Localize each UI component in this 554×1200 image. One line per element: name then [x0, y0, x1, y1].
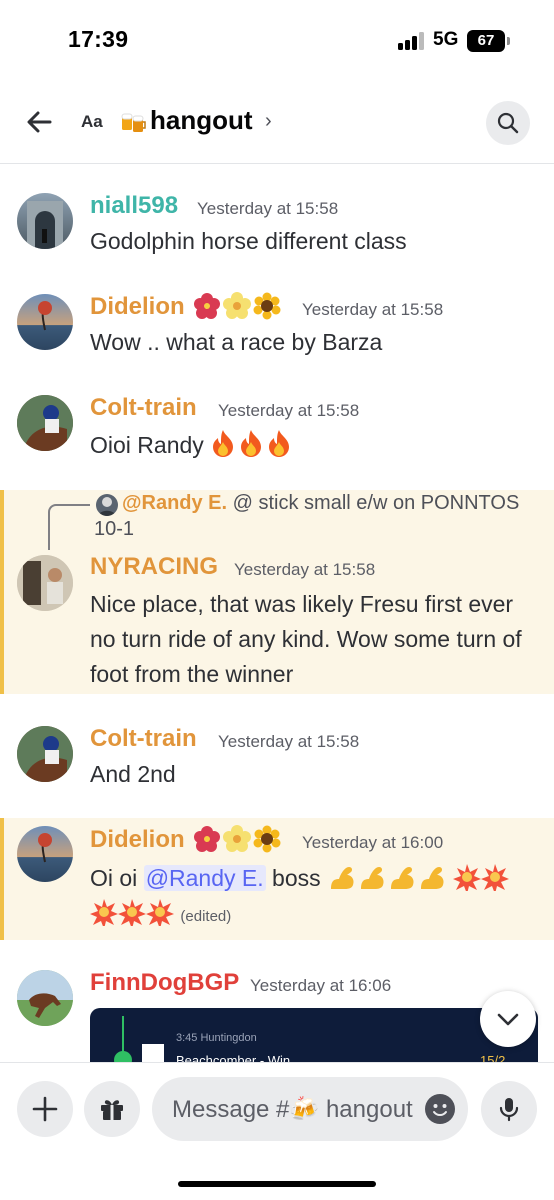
embed-race: 3:45 Huntingdon — [176, 1032, 257, 1044]
message[interactable]: niall598 Yesterday at 15:58 Godolphin ho… — [0, 180, 554, 280]
gift-button[interactable] — [84, 1081, 140, 1137]
author-name[interactable]: FinnDogBGP — [90, 969, 239, 997]
message-input[interactable]: Message #🍻 hangout — [152, 1077, 468, 1141]
timestamp: Yesterday at 15:58 — [302, 300, 444, 319]
search-button[interactable] — [486, 101, 530, 145]
author-name[interactable]: NYRACING — [90, 553, 218, 581]
author-name[interactable]: Colt-train — [90, 394, 197, 422]
chevron-right-icon[interactable]: › — [265, 110, 272, 133]
avatar[interactable] — [17, 826, 73, 882]
message[interactable]: Colt-train Yesterday at 15:58 Oioi Randy — [0, 382, 554, 482]
arrow-left-icon — [27, 111, 52, 133]
message-text: Godolphin horse different class — [90, 228, 407, 254]
gift-icon — [101, 1100, 123, 1120]
avatar[interactable] — [17, 726, 73, 782]
flexed-biceps-icon — [361, 867, 384, 889]
author-name[interactable]: Colt-train — [90, 725, 197, 753]
timestamp: Yesterday at 15:58 — [218, 401, 360, 420]
microphone-icon — [499, 1098, 519, 1122]
fire-icon — [213, 430, 234, 457]
message-highlighted[interactable]: @Randy E. @ stick small e/w on PONNTOS 1… — [0, 490, 554, 694]
status-bar: 17:39 5G 67 — [0, 0, 554, 80]
fire-icon — [241, 430, 262, 457]
text-size-button[interactable]: Aa — [81, 112, 103, 132]
user-mention[interactable]: @Randy E. — [143, 865, 266, 891]
flexed-biceps-icon — [391, 867, 414, 889]
sunflower-icon — [253, 825, 281, 853]
voice-message-button[interactable] — [481, 1081, 537, 1137]
avatar[interactable] — [17, 294, 73, 350]
jump-to-latest-button[interactable] — [480, 991, 536, 1047]
message-text-after: boss — [265, 865, 321, 891]
fire-emoji-group — [210, 430, 294, 458]
emoji-picker-button[interactable] — [425, 1094, 455, 1124]
author-name[interactable]: niall598 — [90, 192, 178, 220]
blossom-icon — [223, 825, 251, 852]
message[interactable]: Colt-train Yesterday at 15:58 And 2nd — [0, 714, 554, 814]
hibiscus-icon — [194, 826, 220, 852]
role-badges — [193, 292, 281, 320]
sunflower-icon — [253, 292, 281, 320]
reply-preview[interactable]: @Randy E. @ stick small e/w on PONNTOS 1… — [94, 490, 534, 542]
message-composer: Message #🍻 hangout — [0, 1062, 554, 1200]
edited-label: (edited) — [180, 908, 232, 925]
battery-icon: 67 — [467, 30, 505, 52]
avatar[interactable] — [17, 193, 73, 249]
channel-header: Aa hangout › — [0, 80, 554, 164]
message-text-content: Oioi Randy — [90, 432, 204, 458]
flexed-biceps-emoji-group — [327, 865, 453, 891]
home-indicator — [178, 1181, 376, 1187]
hibiscus-icon — [194, 293, 220, 319]
status-time: 17:39 — [68, 26, 129, 52]
collision-icon — [90, 899, 118, 926]
flexed-biceps-icon — [331, 867, 354, 889]
collision-icon — [453, 864, 482, 891]
smiley-icon — [433, 1104, 447, 1116]
timestamp: Yesterday at 15:58 — [234, 560, 376, 579]
avatar[interactable] — [17, 395, 73, 451]
chevron-down-icon — [497, 1013, 519, 1026]
collision-icon — [146, 899, 174, 926]
attach-button[interactable] — [17, 1081, 73, 1137]
timestamp: Yesterday at 16:06 — [250, 976, 392, 995]
author-name[interactable]: Didelion — [90, 826, 185, 854]
reply-connector — [48, 504, 90, 550]
role-badges — [193, 825, 281, 853]
timestamp: Yesterday at 15:58 — [218, 732, 360, 751]
beer-mugs-icon — [121, 113, 146, 132]
battery-tip — [507, 37, 510, 45]
message-text-before: Oi oi — [90, 865, 144, 891]
message-text: Oi oi @Randy E. boss (edited) — [90, 861, 540, 934]
message-text: Nice place, that was likely Fresu first … — [90, 591, 522, 687]
fire-icon — [269, 430, 290, 457]
collision-icon — [481, 864, 510, 891]
message-text: Oioi Randy — [90, 428, 530, 463]
search-icon — [497, 112, 519, 134]
message[interactable]: Didelion Yesterday at 15:58 Wow .. what … — [0, 282, 554, 382]
message-highlighted[interactable]: Didelion Yesterday at 16:00 Oi oi @Randy… — [0, 818, 554, 940]
timestamp: Yesterday at 16:00 — [302, 833, 444, 852]
flexed-biceps-icon — [421, 867, 444, 889]
network-type: 5G — [433, 29, 459, 50]
plus-icon — [32, 1096, 58, 1122]
reply-author[interactable]: @Randy E. — [94, 492, 227, 514]
message-text: And 2nd — [90, 761, 176, 787]
collision-icon — [118, 899, 146, 926]
avatar[interactable] — [17, 555, 73, 611]
cellular-signal-icon — [398, 32, 424, 50]
avatar[interactable] — [17, 970, 73, 1026]
back-button[interactable] — [22, 104, 58, 140]
message-text: Wow .. what a race by Barza — [90, 329, 383, 355]
timestamp: Yesterday at 15:58 — [197, 199, 339, 218]
blossom-icon — [223, 292, 251, 319]
message-input-placeholder: Message #🍻 hangout — [172, 1096, 413, 1123]
author-name[interactable]: Didelion — [90, 293, 185, 321]
channel-name[interactable]: hangout — [150, 105, 253, 136]
